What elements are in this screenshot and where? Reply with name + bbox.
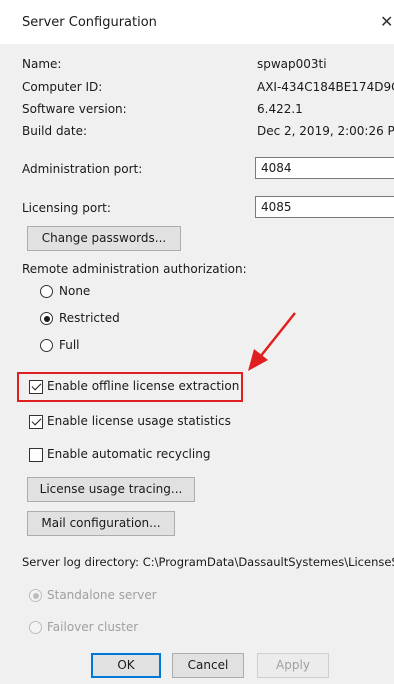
- checkbox-usage-statistics-box[interactable]: [29, 415, 43, 429]
- radio-standalone-label: Standalone server: [47, 588, 157, 602]
- checkbox-offline-extraction-label: Enable offline license extraction: [47, 379, 240, 393]
- radio-failover-label: Failover cluster: [47, 620, 139, 634]
- radio-full-indicator[interactable]: [40, 339, 53, 352]
- remote-admin-label: Remote administration authorization:: [22, 262, 247, 276]
- name-label: Name:: [22, 57, 62, 71]
- checkbox-usage-statistics-label: Enable license usage statistics: [47, 414, 231, 428]
- change-passwords-button[interactable]: Change passwords...: [27, 226, 181, 251]
- licensing-port-label: Licensing port:: [22, 201, 111, 215]
- computer-id-value: AXI-434C184BE174D9C6: [257, 80, 394, 94]
- checkbox-automatic-recycling-label: Enable automatic recycling: [47, 447, 211, 461]
- radio-none-label: None: [59, 284, 91, 298]
- radio-failover-indicator[interactable]: [29, 621, 42, 634]
- mail-configuration-button[interactable]: Mail configuration...: [27, 511, 175, 536]
- radio-restricted-indicator[interactable]: [40, 312, 53, 325]
- radio-standalone-indicator[interactable]: [29, 589, 42, 602]
- computer-id-label: Computer ID:: [22, 80, 103, 94]
- licensing-port-field[interactable]: 4085: [255, 196, 394, 218]
- title-bar: Server Configuration ✕: [0, 0, 394, 44]
- apply-button[interactable]: Apply: [257, 653, 329, 678]
- build-date-label: Build date:: [22, 124, 88, 138]
- license-usage-tracing-button[interactable]: License usage tracing...: [27, 477, 195, 502]
- radio-none-indicator[interactable]: [40, 285, 53, 298]
- software-version-label: Software version:: [22, 102, 127, 116]
- radio-restricted-label: Restricted: [59, 311, 120, 325]
- admin-port-label: Administration port:: [22, 162, 143, 176]
- server-log-directory: Server log directory: C:\ProgramData\Das…: [22, 555, 394, 569]
- admin-port-field[interactable]: 4084: [255, 157, 394, 179]
- software-version-value: 6.422.1: [257, 102, 303, 116]
- cancel-button[interactable]: Cancel: [172, 653, 244, 678]
- radio-full-label: Full: [59, 338, 80, 352]
- close-icon[interactable]: ✕: [380, 12, 393, 31]
- name-value: spwap003ti: [257, 57, 327, 71]
- ok-button[interactable]: OK: [91, 653, 161, 678]
- annotation-arrow-icon: [248, 312, 296, 371]
- build-date-value: Dec 2, 2019, 2:00:26 PM: [257, 124, 394, 138]
- checkbox-automatic-recycling-box[interactable]: [29, 448, 43, 462]
- checkbox-offline-extraction-box[interactable]: [29, 380, 43, 394]
- window-title: Server Configuration: [22, 15, 157, 30]
